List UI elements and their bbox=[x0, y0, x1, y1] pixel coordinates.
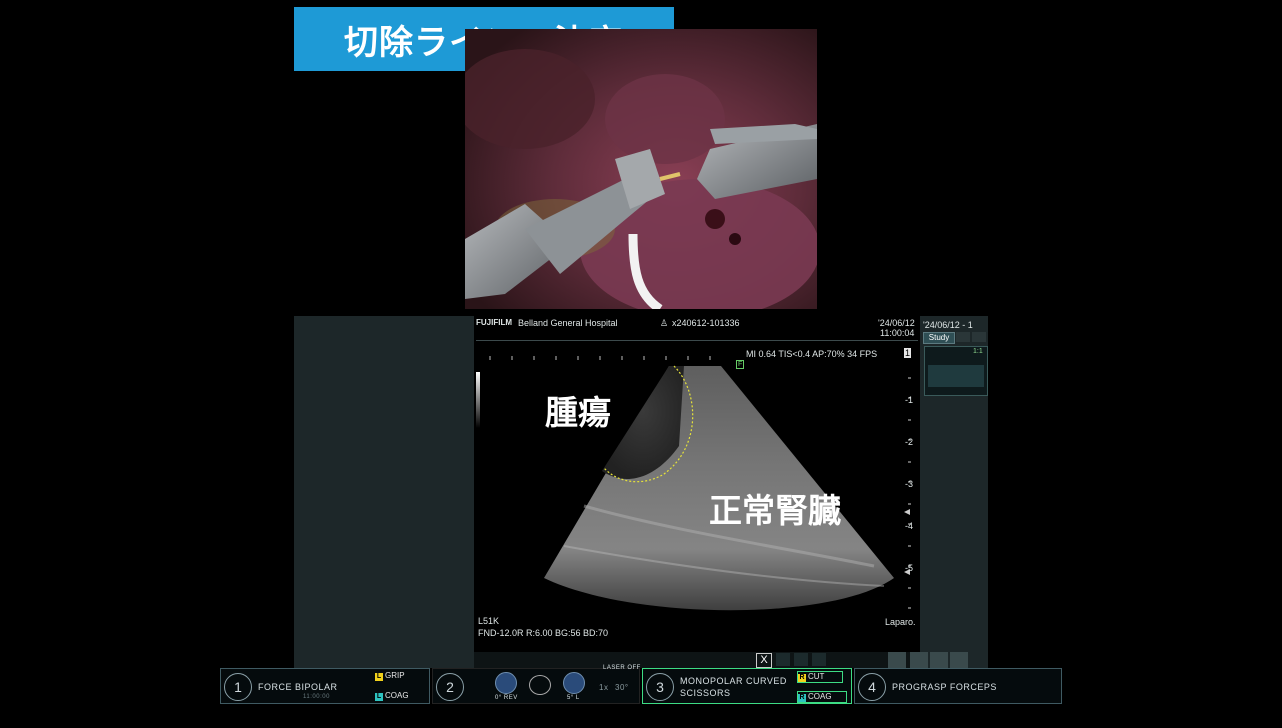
toolbar-slot-3[interactable] bbox=[812, 653, 826, 666]
ratio-label: 1:1 bbox=[973, 348, 983, 355]
depth-label-3: -3 bbox=[905, 479, 914, 489]
close-button[interactable]: X bbox=[756, 653, 772, 668]
arm-4-name: PROGRASP FORCEPS bbox=[892, 682, 997, 692]
arm-4-number: 4 bbox=[858, 673, 886, 701]
arm-3-name-line2: SCISSORS bbox=[680, 688, 731, 698]
image-settings: FND-12.0R R:6.00 BG:56 BD:70 bbox=[478, 628, 609, 638]
ultrasound-fan-image bbox=[544, 365, 894, 611]
depth-label-2: -2 bbox=[905, 437, 914, 447]
angle-label: 5° L bbox=[567, 695, 580, 701]
angle-icon[interactable] bbox=[563, 672, 585, 694]
instrument-arm-1[interactable]: 1 FORCE BIPOLAR 11:00:00 L GRIP L COAG bbox=[220, 668, 430, 704]
reverse-label: 0° REV bbox=[495, 695, 518, 701]
endoscope-view bbox=[465, 29, 817, 309]
thumbnail-image[interactable] bbox=[928, 365, 984, 387]
depth-label-1: -1 bbox=[905, 395, 914, 405]
thumbnail-panel[interactable]: 1:1 bbox=[924, 346, 988, 396]
ultrasound-screen: FUJIFILM Belland General Hospital ♙ x240… bbox=[474, 316, 920, 652]
reverse-icon[interactable] bbox=[495, 672, 517, 694]
normal-kidney-label: 正常腎臓 bbox=[709, 491, 841, 530]
arm-1-time: 11:00:00 bbox=[303, 694, 330, 700]
arm-1-grip-tag: L GRIP bbox=[375, 671, 405, 681]
arm-3-cut-tag: R CUT bbox=[797, 671, 844, 683]
depth-label-4: -4 bbox=[905, 521, 914, 531]
scope-angle: 30° bbox=[615, 683, 629, 692]
camera-arm-2[interactable]: 2 LASER OFF 0° REV 5° L 1x 30° bbox=[432, 665, 641, 704]
instrument-arm-4[interactable]: 4 PROGRASP FORCEPS bbox=[854, 668, 1062, 704]
settings-icon[interactable] bbox=[888, 652, 906, 668]
instrument-arm-3[interactable]: 3 MONOPOLAR CURVED SCISSORS R CUT R COAG bbox=[642, 668, 852, 704]
side-date: '24/06/12 - 1 bbox=[923, 320, 973, 330]
toolbar-slot-2[interactable] bbox=[794, 653, 808, 666]
tumor-label: 腫瘍 bbox=[545, 393, 611, 432]
ultrasound-side-panel: '24/06/12 - 1 Study 1:1 bbox=[920, 316, 988, 668]
mode-label: Laparo. bbox=[885, 617, 916, 627]
zoom-level: 1x bbox=[599, 683, 609, 692]
arm-3-name-line1: MONOPOLAR CURVED bbox=[680, 676, 787, 686]
arm-2-number: 2 bbox=[436, 673, 464, 701]
arm-3-coag-tag: R COAG bbox=[797, 691, 847, 703]
arm-1-coag-tag: L COAG bbox=[375, 691, 409, 701]
arm-1-number: 1 bbox=[224, 673, 252, 701]
toolbar-slot-1[interactable] bbox=[776, 653, 790, 666]
depth-label-5: -5 bbox=[905, 563, 914, 573]
layout-icon[interactable] bbox=[930, 652, 948, 668]
camera-icon bbox=[529, 675, 551, 695]
study-button[interactable]: Study bbox=[923, 332, 955, 344]
probe-label: L51K bbox=[478, 616, 500, 626]
ultrasound-left-panel bbox=[294, 316, 474, 668]
arm-1-name: FORCE BIPOLAR bbox=[258, 682, 338, 692]
laser-status: LASER OFF bbox=[603, 665, 641, 671]
prev-study-button[interactable] bbox=[956, 332, 970, 342]
arm-3-number: 3 bbox=[646, 673, 674, 701]
probe-icon[interactable] bbox=[950, 652, 968, 668]
zoom-icon[interactable] bbox=[910, 652, 928, 668]
ultrasound-toolbar: X bbox=[474, 652, 920, 668]
next-study-button[interactable] bbox=[972, 332, 986, 342]
